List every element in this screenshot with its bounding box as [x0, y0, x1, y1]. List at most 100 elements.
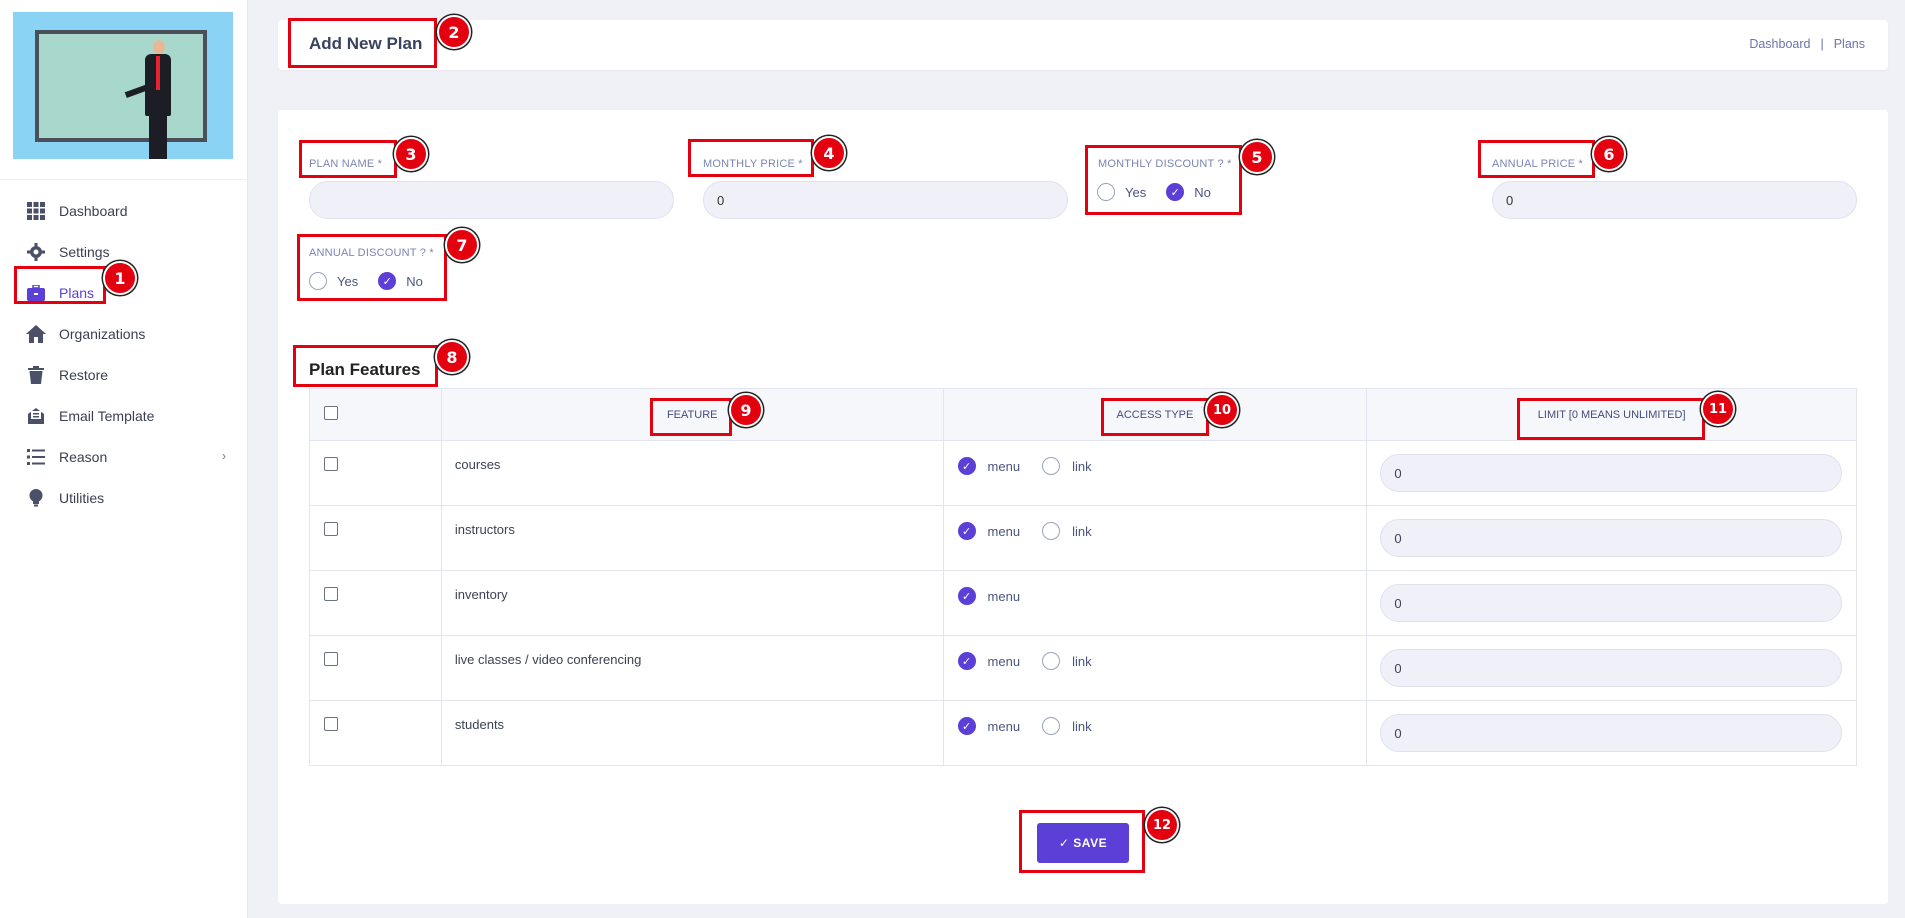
feature-name: live classes / video conferencing: [440, 635, 944, 701]
annual-discount-yes-label: Yes: [337, 273, 359, 289]
sidebar-item-utilities[interactable]: Utilities: [0, 477, 248, 518]
annual-discount-no-radio[interactable]: ✓: [378, 272, 397, 290]
monthly-discount-no-radio[interactable]: ✓: [1166, 183, 1185, 201]
annotation-badge-2: 2: [437, 15, 471, 49]
row-select-cell: [309, 570, 442, 636]
annotation-badge-8: 8: [435, 340, 469, 374]
annual-discount-yes-radio[interactable]: [309, 272, 327, 290]
table-row: live classes / video conferencing ✓ menu …: [309, 635, 1857, 701]
breadcrumb-separator: |: [1820, 37, 1824, 51]
row-select-cell: [309, 700, 442, 766]
access-link-label: link: [1072, 718, 1092, 734]
limit-input[interactable]: 0: [1380, 519, 1842, 557]
access-link-label: link: [1072, 653, 1092, 669]
page-title: Add New Plan: [309, 34, 423, 53]
access-link-radio[interactable]: [1042, 717, 1061, 735]
breadcrumb: Dashboard | Plans: [1749, 37, 1865, 51]
plan-name-label: PLAN NAME *: [309, 158, 383, 170]
monthly-discount-no-label: No: [1194, 184, 1211, 200]
monthly-price-label: MONTHLY PRICE *: [703, 158, 803, 170]
monthly-discount-yes-radio[interactable]: [1097, 183, 1115, 201]
feature-header: FEATURE: [440, 388, 944, 441]
row-checkbox[interactable]: [324, 522, 338, 536]
table-row: instructors ✓ menu link 0: [309, 505, 1857, 571]
monthly-price-input[interactable]: 0: [703, 181, 1068, 219]
home-icon: [25, 323, 47, 345]
sidebar-nav: Dashboard Settings Plans Organizations R…: [0, 190, 248, 518]
plan-name-input[interactable]: [309, 181, 674, 219]
plan-features-title: Plan Features: [309, 360, 421, 379]
access-menu-radio[interactable]: ✓: [957, 717, 976, 735]
table-row: inventory ✓ menu 0: [309, 570, 1857, 636]
access-type-cell: ✓ menu link: [942, 440, 1368, 506]
access-link-radio[interactable]: [1042, 522, 1061, 540]
access-menu-radio[interactable]: ✓: [957, 652, 976, 670]
limit-input[interactable]: 0: [1380, 584, 1842, 622]
annotation-badge-10: 10: [1205, 393, 1239, 427]
annotation-badge-5: 5: [1240, 140, 1274, 174]
row-checkbox[interactable]: [324, 457, 338, 471]
annotation-badge-1: 1: [103, 261, 137, 295]
annotation-badge-12: 12: [1145, 808, 1179, 842]
limit-cell: 0: [1366, 440, 1857, 506]
access-link-radio[interactable]: [1042, 652, 1061, 670]
feature-name: inventory: [440, 570, 944, 636]
access-menu-label: menu: [987, 718, 1021, 734]
row-checkbox[interactable]: [324, 587, 338, 601]
breadcrumb-dashboard-link[interactable]: Dashboard: [1749, 37, 1810, 51]
sidebar-divider: [0, 179, 248, 180]
feature-name: instructors: [440, 505, 944, 571]
annual-price-value: 0: [1506, 192, 1514, 208]
access-type-cell: ✓ menu: [942, 570, 1368, 636]
row-checkbox[interactable]: [324, 652, 338, 666]
sidebar-item-dashboard[interactable]: Dashboard: [0, 190, 248, 231]
annotation-badge-4: 4: [812, 136, 846, 170]
limit-input[interactable]: 0: [1380, 649, 1842, 687]
sidebar: Dashboard Settings Plans Organizations R…: [0, 0, 248, 918]
annual-price-input[interactable]: 0: [1492, 181, 1857, 219]
access-menu-radio[interactable]: ✓: [957, 522, 976, 540]
monthly-price-value: 0: [717, 192, 725, 208]
limit-cell: 0: [1366, 505, 1857, 571]
annotation-badge-6: 6: [1592, 137, 1626, 171]
sidebar-item-reason[interactable]: Reason ›: [0, 436, 248, 477]
plan-name-field[interactable]: [323, 192, 673, 208]
save-button[interactable]: ✓ SAVE: [1037, 823, 1129, 863]
annotation-highlight-plans: [14, 266, 106, 304]
annual-discount-no-label: No: [406, 273, 423, 289]
access-menu-radio[interactable]: ✓: [957, 587, 976, 605]
access-link-radio[interactable]: [1042, 457, 1061, 475]
access-type-cell: ✓ menu link: [942, 505, 1368, 571]
select-all-checkbox[interactable]: [324, 406, 338, 420]
annotation-badge-9: 9: [729, 393, 763, 427]
monthly-discount-yes-label: Yes: [1125, 184, 1147, 200]
annotation-badge-7: 7: [445, 228, 479, 262]
bulb-icon: [25, 487, 47, 509]
sidebar-item-label: Dashboard: [59, 202, 128, 219]
limit-cell: 0: [1366, 635, 1857, 701]
annotation-badge-11: 11: [1701, 392, 1735, 426]
access-menu-label: menu: [987, 458, 1021, 474]
limit-input[interactable]: 0: [1380, 454, 1842, 492]
row-checkbox[interactable]: [324, 717, 338, 731]
access-menu-radio[interactable]: ✓: [957, 457, 976, 475]
feature-name: students: [440, 700, 944, 766]
features-table: FEATURE ACCESS TYPE LIMIT [0 MEANS UNLIM…: [309, 388, 1857, 766]
row-select-cell: [309, 505, 442, 571]
sidebar-item-email-template[interactable]: Email Template: [0, 395, 248, 436]
sidebar-item-organizations[interactable]: Organizations: [0, 313, 248, 354]
sidebar-item-label: Utilities: [59, 489, 105, 506]
table-row: courses ✓ menu link 0: [309, 440, 1857, 506]
access-link-label: link: [1072, 458, 1092, 474]
sidebar-item-label: Email Template: [59, 407, 155, 424]
gear-icon: [25, 241, 47, 263]
limit-input[interactable]: 0: [1380, 714, 1842, 752]
sidebar-item-label: Organizations: [59, 325, 146, 342]
limit-cell: 0: [1366, 700, 1857, 766]
row-select-cell: [309, 440, 442, 506]
sidebar-item-restore[interactable]: Restore: [0, 354, 248, 395]
limit-cell: 0: [1366, 570, 1857, 636]
chevron-right-icon: ›: [222, 449, 226, 463]
breadcrumb-plans: Plans: [1833, 37, 1865, 51]
monthly-discount-label: MONTHLY DISCOUNT ? *: [1098, 158, 1232, 170]
